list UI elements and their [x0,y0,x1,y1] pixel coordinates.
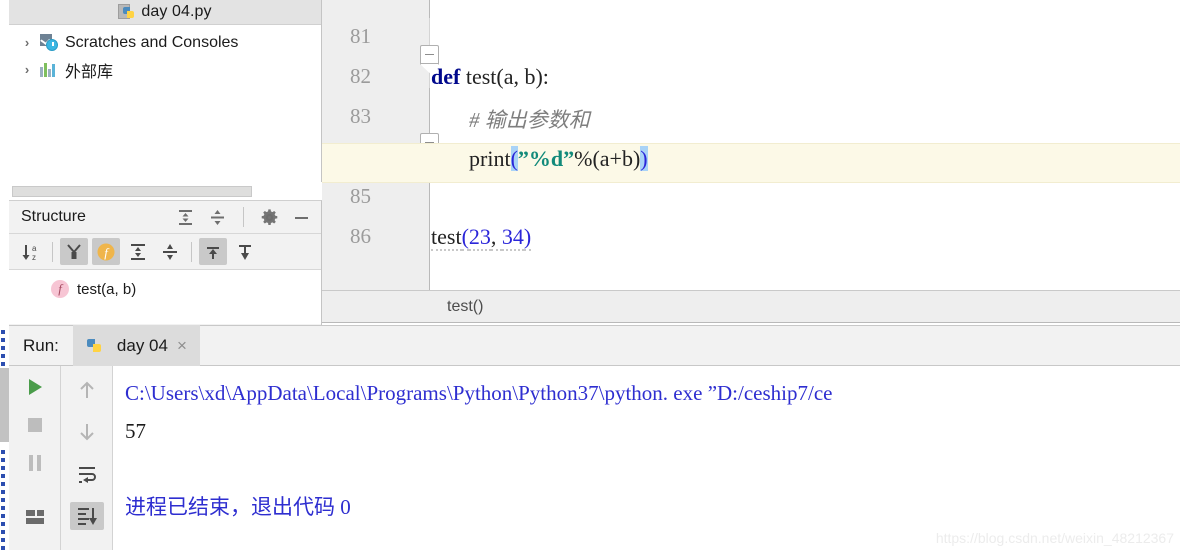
format-string: ”%d” [517,146,575,171]
down-arrow-icon[interactable] [70,418,104,446]
bracket-highlight-open: ( [510,146,518,171]
code-line-83: # 输出参数和 [469,104,590,134]
structure-item-test[interactable]: f test(a, b) [9,276,321,302]
editor-top-sliver [322,0,1180,18]
project-hscroll-thumb[interactable] [12,186,252,197]
tree-item-scratches[interactable]: › Scratches and Consoles [9,29,321,56]
python-file-icon [118,3,137,22]
scroll-to-source-icon[interactable] [231,238,259,265]
code-text: , [490,224,502,251]
line-number: 85 [350,184,371,208]
sort-alphabetically-icon[interactable]: a z [17,238,45,265]
current-line-highlight [322,143,1180,183]
python-icon [86,337,104,355]
structure-title: Structure [21,208,86,225]
keyword-def: def [431,64,461,89]
code-editor[interactable]: 81 82 83 84 85 86 def test(a, b): # 输出参数… [322,0,1180,290]
line-number: 86 [350,224,371,248]
argument-value: 23 [468,224,491,251]
chevron-right-icon[interactable]: › [21,35,33,50]
external-libraries-icon [40,62,58,77]
close-icon[interactable]: × [177,336,187,356]
hide-panel-icon[interactable] [292,208,311,227]
up-arrow-icon[interactable] [70,376,104,404]
expand-all-icon[interactable] [176,208,195,227]
bracket-highlight-close: ) [640,146,648,171]
run-tab-day04[interactable]: day 04 × [72,325,200,366]
structure-panel: Structure a z f f test(a, b) [9,200,322,325]
console-line: 57 [125,419,146,443]
show-fields-icon[interactable]: f [92,238,120,265]
layout-icon[interactable] [18,506,52,528]
tree-item-label: Scratches and Consoles [65,33,239,51]
console-line: C:\Users\xd\AppData\Local\Programs\Pytho… [125,381,833,405]
collapse-all-icon[interactable] [156,238,184,265]
soft-wrap-icon[interactable] [70,460,104,488]
run-toolbar-right [61,366,113,550]
divider [52,241,53,262]
code-text: ( [461,224,469,251]
file-tab-label: day 04.py [141,3,212,20]
scroll-from-source-icon[interactable] [199,238,227,265]
show-inherited-icon[interactable] [60,238,88,265]
divider [191,241,192,262]
structure-header: Structure [9,201,321,234]
left-strip-grey [0,368,9,442]
structure-item-label: test(a, b) [77,280,137,298]
code-line-84: print(”%d”%(a+b)) [469,146,648,172]
code-text: %(a+b [574,146,633,171]
run-toolbar-left [9,366,61,550]
structure-toolbar: a z f [9,234,321,270]
run-tabbar: Run: day 04 × [9,325,1180,366]
expand-all-icon[interactable] [124,238,152,265]
code-text: ) [523,224,532,251]
partial-line-above [452,0,457,9]
line-number: 81 [350,24,371,48]
console-line: 进程已结束，退出代码 0 [125,495,351,519]
code-area[interactable]: def test(a, b): # 输出参数和 print(”%d”%(a+b)… [322,18,1180,290]
run-tab-label: day 04 [116,335,168,355]
project-tree: › Scratches and Consoles › 外部库 [9,25,321,83]
print-call: print [469,146,511,171]
editor-file-tab[interactable]: day 04.py [9,0,321,25]
ide-window: day 04.py › Scratches and Consoles › 外部库 [0,0,1180,551]
run-body: C:\Users\xd\AppData\Local\Programs\Pytho… [9,366,1180,550]
breadcrumb-label: test() [447,297,484,315]
collapse-all-icon[interactable] [208,208,227,227]
line-number: 83 [350,104,371,128]
stop-icon[interactable] [18,414,52,436]
function-call-test: test [431,224,462,251]
function-badge-icon: f [51,280,69,298]
chevron-right-icon[interactable]: › [21,62,33,77]
project-panel: day 04.py › Scratches and Consoles › 外部库 [9,0,322,182]
line-number: 82 [350,64,371,88]
scroll-to-end-icon[interactable] [69,502,104,530]
breadcrumb[interactable]: test() [322,290,1180,323]
settings-gear-icon[interactable] [260,208,279,227]
code-line-86: test(23, 34) [431,224,532,251]
left-strip-dash-top [1,330,5,368]
run-panel: Run: day 04 × C:\Users\xd\AppData\Local\… [9,325,1180,551]
code-text: test(a, b): [460,64,549,89]
left-strip-dash-bottom [1,450,5,551]
scratches-icon [40,33,58,52]
tree-item-external-libraries[interactable]: › 外部库 [9,56,321,83]
left-edge-strip [0,0,9,551]
comment-text: # 输出参数和 [469,108,590,132]
run-icon[interactable] [18,376,52,398]
argument-value: 34 [501,224,524,251]
structure-list: f test(a, b) [9,270,321,324]
code-line-82: def test(a, b): [431,64,549,90]
divider [243,207,244,227]
pause-icon[interactable] [18,452,52,474]
watermark: https://blog.csdn.net/weixin_48212367 [935,530,1174,546]
run-console-output[interactable]: C:\Users\xd\AppData\Local\Programs\Pytho… [113,366,1180,550]
svg-text:z: z [32,253,36,262]
run-panel-label: Run: [23,335,59,355]
tree-item-label: 外部库 [65,63,114,81]
svg-text:a: a [32,244,37,253]
